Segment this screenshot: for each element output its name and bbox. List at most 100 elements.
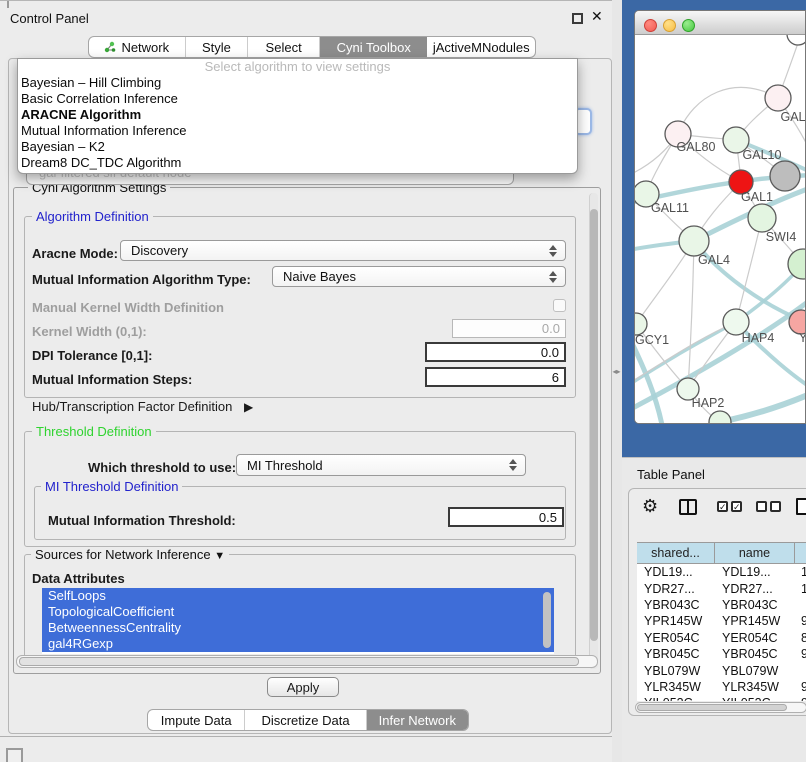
network-node-gal4[interactable] [679,226,709,256]
algorithm-option[interactable]: Basic Correlation Inference [18,91,577,107]
table-panel-title: Table Panel [637,467,705,482]
network-node[interactable] [748,204,776,232]
table-cell: YBL079W [637,664,715,678]
table-cell: 9. [795,680,806,694]
settings-hscroll-thumb[interactable] [19,657,579,666]
table-row[interactable]: YBL079WYBL079W [637,662,806,678]
manual-kernel-checkbox[interactable] [553,299,566,312]
network-window-titlebar[interactable] [635,11,806,35]
columns-icon[interactable] [679,499,697,515]
close-traffic-light[interactable] [644,19,657,32]
hub-definition-toggle[interactable]: Hub/Transcription Factor Definition ▶ [32,399,253,414]
attribute-item-selected[interactable]: TopologicalCoefficient [42,604,554,620]
threshold-definition-title: Threshold Definition [32,424,156,439]
gear-icon[interactable]: ⚙ [642,496,658,517]
attribute-item-selected[interactable]: SelfLoops [42,588,554,604]
document-icon[interactable] [796,498,806,515]
tab-infer-network[interactable]: Infer Network [367,710,468,730]
deselect-all-checkboxes-icon[interactable] [756,501,781,512]
table-cell: YDL19... [715,565,795,579]
tab-discretize-data[interactable]: Discretize Data [245,710,366,730]
tab-style[interactable]: Style [186,37,249,57]
aracne-mode-combo[interactable]: Discovery [120,240,566,261]
algorithm-option[interactable]: ARACNE Algorithm [18,107,577,123]
tab-label: Network [121,40,169,55]
table-row[interactable]: YIL052CYIL052C9. [637,695,806,701]
mi-type-combo[interactable]: Naive Bayes [272,266,566,287]
network-node-swi4[interactable] [788,249,806,279]
tab-jactivemnodules[interactable]: jActiveMNodules [427,37,535,57]
mi-threshold-input[interactable]: 0.5 [448,507,564,527]
panel-splitter[interactable] [612,0,622,762]
which-threshold-value: MI Threshold [247,458,323,473]
table-row[interactable]: YLR345WYLR345W9. [637,679,806,695]
select-all-checkboxes-icon[interactable]: ✓✓ [717,501,742,512]
network-node[interactable] [770,161,800,191]
attribute-item-selected[interactable]: BetweennessCentrality [42,620,554,636]
stepper-arrows-icon [549,271,557,283]
table-row[interactable]: YBR045CYBR045C9. [637,646,806,662]
tab-select[interactable]: Select [248,37,320,57]
network-canvas[interactable]: GALGAL80GAL10GAL1GAL11GAL4SWI4GCY1HAP4YH… [635,35,806,424]
network-node-gcy1[interactable] [635,313,647,335]
close-icon[interactable]: ✕ [591,8,603,25]
table-cell: YLR345W [637,680,715,694]
table-hscroll-thumb[interactable] [637,704,787,711]
which-threshold-combo[interactable]: MI Threshold [236,454,526,476]
network-node-gal[interactable] [765,85,791,111]
network-edge [635,322,736,385]
settings-vertical-scrollbar[interactable] [589,193,598,669]
network-node-label: Y [799,331,806,345]
table-row[interactable]: YPR145WYPR145W9. [637,613,806,629]
table-panel-box: ⚙ ✓✓ shared... name YDL19...YDL19...13YD… [628,488,806,716]
collapsed-arrow-icon: ▶ [244,400,253,414]
table-horizontal-scrollbar[interactable] [635,702,806,713]
attr-list-scroll-thumb[interactable] [543,592,551,648]
tab-impute-data[interactable]: Impute Data [148,710,245,730]
control-panel: Control Panel ✕ NetworkStyleSelectCyni T… [0,0,620,737]
mi-steps-input[interactable]: 6 [425,367,566,387]
kernel-width-input[interactable]: 0.0 [452,319,566,338]
tab-network[interactable]: Network [89,37,186,57]
minimize-traffic-light[interactable] [663,19,676,32]
network-node[interactable] [709,411,731,424]
attr-list-scrollbar[interactable] [543,590,552,652]
table-cell: YBR045C [637,647,715,661]
float-window-icon[interactable] [572,13,583,24]
algorithm-option[interactable]: Mutual Information Inference [18,123,577,139]
table-row[interactable]: YDL19...YDL19...13 [637,564,806,580]
table-row[interactable]: YBR043CYBR043C [637,597,806,613]
settings-vscroll-thumb[interactable] [590,209,598,641]
table-cell: YDR27... [715,582,795,596]
sources-toggle[interactable]: Sources for Network Inference ▼ [31,547,229,562]
settings-horizontal-scrollbar[interactable] [16,655,598,668]
aracne-mode-label: Aracne Mode: [32,246,118,261]
table-header-row: shared... name [637,542,806,564]
zoom-traffic-light[interactable] [682,19,695,32]
column-header-shared[interactable]: shared... [637,543,715,563]
tab-label: Cyni Toolbox [337,40,411,55]
table-cell: 9. [795,696,806,701]
network-edge [635,298,806,410]
stepper-arrows-icon [549,245,557,257]
dpi-tolerance-input[interactable]: 0.0 [425,342,566,362]
tab-label: jActiveMNodules [433,40,530,55]
column-header-name[interactable]: name [715,543,795,563]
algorithm-option[interactable]: Dream8 DC_TDC Algorithm [18,155,577,171]
tab-cyni-toolbox[interactable]: Cyni Toolbox [320,37,428,57]
dpi-tolerance-label: DPI Tolerance [0,1]: [32,348,152,363]
network-node-label: SWI4 [766,230,797,244]
tab-label: Discretize Data [261,713,349,728]
table-row[interactable]: YER054CYER054C8. [637,630,806,646]
network-node[interactable] [787,35,806,45]
apply-button[interactable]: Apply [267,677,339,697]
table-row[interactable]: YDR27...YDR27...12 [637,580,806,596]
tab-label: Style [202,40,231,55]
algorithm-option[interactable]: Bayesian – K2 [18,139,577,155]
network-node-label: GAL80 [677,140,716,154]
attribute-item-selected[interactable]: gal4RGexp [42,636,554,652]
splitter-grip-icon[interactable]: ◂▸ [611,366,622,378]
column-header-extra[interactable] [795,543,806,563]
collapsed-panel-icon[interactable] [6,748,23,762]
algorithm-option[interactable]: Bayesian – Hill Climbing [18,75,577,91]
